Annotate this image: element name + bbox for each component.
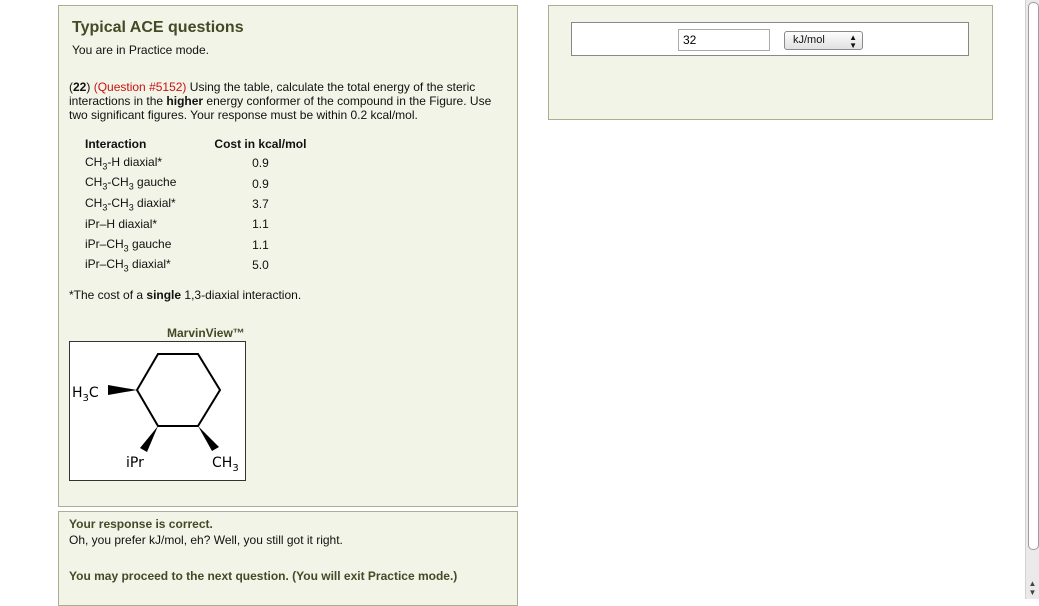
interaction-cell: CH3-CH3 diaxial* <box>85 195 176 213</box>
feedback-panel: Your response is correct. Oh, you prefer… <box>58 511 518 606</box>
answer-row: kJ/mol ▲▼ <box>571 22 969 56</box>
molecule-structure: H3C iPr CH3 <box>72 353 239 474</box>
feedback-proceed: You may proceed to the next question. (Y… <box>69 569 458 583</box>
wedge-bond-h3c <box>108 385 137 395</box>
cost-cell: 1.1 <box>252 217 269 232</box>
interaction-cell: iPr–CH3 gauche <box>85 236 172 253</box>
question-id: (Question #5152) <box>93 80 187 94</box>
question-panel: Typical ACE questions You are in Practic… <box>58 5 518 507</box>
footnote-emphasis: single <box>146 288 182 302</box>
label-ipr: iPr <box>126 455 144 471</box>
label-h3c: H3C <box>72 385 99 404</box>
interaction-cell: CH3-CH3 gauche <box>85 175 177 192</box>
interaction-cell: iPr–H diaxial* <box>85 217 158 232</box>
footnote: *The cost of a single 1,3-diaxial intera… <box>69 288 301 302</box>
cyclohexane-ring <box>135 353 222 427</box>
interaction-cell: iPr–CH3 diaxial* <box>85 256 171 274</box>
feedback-comment: Oh, you prefer kJ/mol, eh? Well, you sti… <box>69 533 343 547</box>
unit-select-value: kJ/mol <box>793 34 825 46</box>
cost-cell: 0.9 <box>252 156 269 171</box>
mode-indicator: You are in Practice mode. <box>72 43 209 57</box>
table-row: CH3-CH3 diaxial* 3.7 <box>85 194 306 214</box>
question-number: 22 <box>73 80 87 94</box>
table-row: CH3-H diaxial* 0.9 <box>85 153 306 173</box>
page-title: Typical ACE questions <box>72 19 244 36</box>
cost-table-header: Interaction Cost in kcal/mol <box>85 134 306 153</box>
cost-table: Interaction Cost in kcal/mol CH3-H diaxi… <box>85 134 306 275</box>
cost-cell: 0.9 <box>252 176 269 191</box>
footnote-suffix: 1,3-diaxial interaction. <box>184 288 302 302</box>
table-row: CH3-CH3 gauche 0.9 <box>85 173 306 193</box>
table-row: iPr–H diaxial* 1.1 <box>85 214 306 234</box>
cost-cell: 3.7 <box>252 196 269 211</box>
label-ch3: CH3 <box>212 455 239 474</box>
select-arrows-icon: ▲ ▼ <box>849 33 857 50</box>
interaction-cell: CH3-H diaxial* <box>85 155 163 172</box>
table-row: iPr–CH3 diaxial* 5.0 <box>85 255 306 275</box>
marvinview-label: MarvinView™ <box>167 326 245 340</box>
scroll-thumb[interactable] <box>1028 2 1039 550</box>
question-text: (22) (Question #5152) Using the table, c… <box>69 80 492 122</box>
cost-cell: 5.0 <box>252 258 269 273</box>
table-row: iPr–CH3 gauche 1.1 <box>85 235 306 255</box>
vertical-scrollbar[interactable]: ▲ ▼ <box>1025 0 1039 599</box>
footnote-prefix: *The cost of a <box>69 288 144 302</box>
molecule-viewer[interactable]: H3C iPr CH3 <box>69 341 246 481</box>
header-interaction: Interaction <box>85 136 147 151</box>
feedback-correct: Your response is correct. <box>69 517 213 531</box>
header-cost: Cost in kcal/mol <box>214 136 307 151</box>
unit-select[interactable]: kJ/mol ▲ ▼ <box>784 31 863 50</box>
scroll-arrows-icon[interactable]: ▲ ▼ <box>1026 579 1039 597</box>
answer-input[interactable] <box>678 29 770 51</box>
question-text-emphasis: higher <box>166 94 204 108</box>
wedge-bond-ipr <box>140 426 158 452</box>
wedge-bond-ch3 <box>198 426 219 451</box>
cost-cell: 1.1 <box>252 237 269 252</box>
answer-panel: kJ/mol ▲▼ <box>548 5 993 120</box>
